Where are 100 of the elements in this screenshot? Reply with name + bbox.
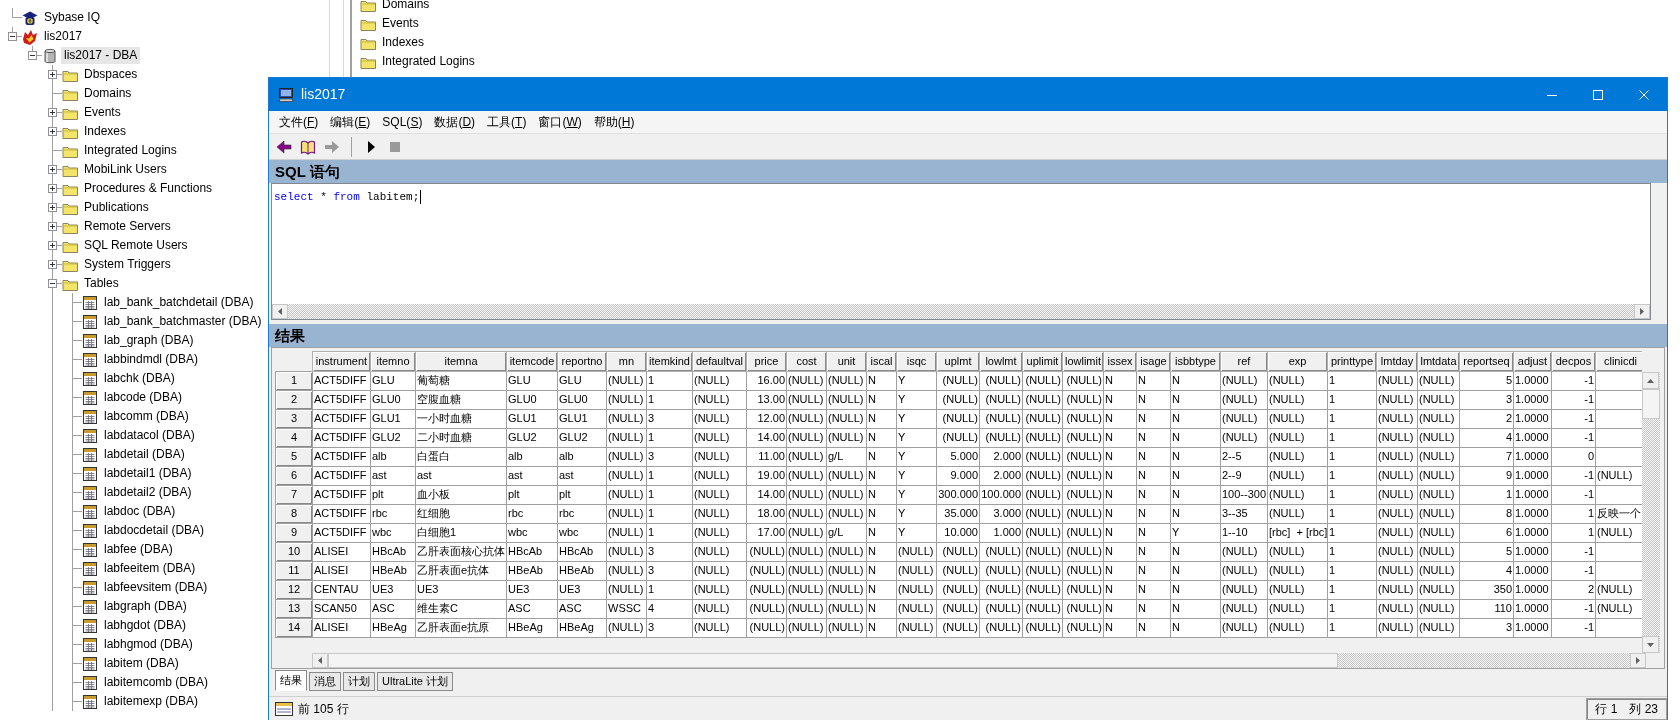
menu-item[interactable]: 编辑(E) xyxy=(324,114,377,130)
expand-toggle[interactable] xyxy=(48,222,57,231)
list-item[interactable]: Integrated Logins xyxy=(382,54,475,69)
expand-toggle[interactable] xyxy=(28,51,37,60)
expand-toggle[interactable] xyxy=(48,108,57,117)
row-header[interactable]: 1 xyxy=(275,371,313,391)
column-header[interactable]: isqc xyxy=(896,351,937,372)
expand-toggle[interactable] xyxy=(48,241,57,250)
scrollbar-thumb[interactable] xyxy=(1642,389,1660,419)
column-header[interactable]: reportseq xyxy=(1459,351,1514,372)
tree-item[interactable]: labdocdetail (DBA) xyxy=(101,522,208,539)
column-header[interactable]: lowlmt xyxy=(979,351,1023,372)
expand-toggle[interactable] xyxy=(8,32,17,41)
column-header[interactable]: itemcode xyxy=(506,351,558,372)
vertical-scrollbar[interactable] xyxy=(1642,372,1660,653)
column-header[interactable]: exp xyxy=(1267,351,1328,372)
tree-item[interactable]: Indexes xyxy=(81,123,130,140)
tree-item[interactable]: lis2017 xyxy=(41,28,86,45)
tab[interactable]: UltraLite 计划 xyxy=(377,672,454,691)
column-header[interactable]: unit xyxy=(826,351,867,372)
tree-item[interactable]: labdatacol (DBA) xyxy=(101,427,198,444)
tree-item[interactable]: labcode (DBA) xyxy=(101,389,186,406)
tree-item[interactable]: labfeeitem (DBA) xyxy=(101,560,199,577)
tree-item[interactable]: labitemexp (DBA) xyxy=(101,693,202,710)
list-item[interactable]: Indexes xyxy=(382,35,425,50)
tree-item[interactable]: lab_graph (DBA) xyxy=(101,332,197,349)
tree-item[interactable]: labitemcomb (DBA) xyxy=(101,674,212,691)
tree-item[interactable]: labgraph (DBA) xyxy=(101,598,190,615)
scroll-right-button[interactable] xyxy=(1634,304,1650,319)
tree-item[interactable]: Procedures & Functions xyxy=(81,180,216,197)
tree-item[interactable]: MobiLink Users xyxy=(81,161,170,178)
column-header[interactable]: cost xyxy=(786,351,827,372)
tree-item[interactable]: Domains xyxy=(81,85,135,102)
tree-item[interactable]: labbindmdl (DBA) xyxy=(101,351,202,368)
tab[interactable]: 消息 xyxy=(309,672,341,691)
tree-item[interactable]: System Triggers xyxy=(81,256,174,273)
column-header[interactable]: itemno xyxy=(370,351,416,372)
tree-item[interactable]: labhgmod (DBA) xyxy=(101,636,196,653)
tree-item[interactable]: labdetail (DBA) xyxy=(101,446,188,463)
list-item[interactable]: Domains xyxy=(382,0,430,12)
tab[interactable]: 结果 xyxy=(275,670,307,691)
column-header[interactable]: lowlimit xyxy=(1062,351,1104,372)
column-header[interactable]: instrument xyxy=(312,351,371,372)
scroll-up-button[interactable] xyxy=(1642,372,1659,389)
scroll-right-button[interactable] xyxy=(1630,653,1646,668)
list-item[interactable]: Events xyxy=(382,16,419,31)
scroll-down-button[interactable] xyxy=(1642,636,1659,653)
menu-item[interactable]: 工具(T) xyxy=(481,114,533,130)
expand-toggle[interactable] xyxy=(48,70,57,79)
scroll-left-button[interactable] xyxy=(312,653,328,668)
tree-item[interactable]: Tables xyxy=(81,275,122,292)
tree-item[interactable]: Events xyxy=(81,104,124,121)
column-header[interactable]: isage xyxy=(1136,351,1171,372)
tab[interactable]: 计划 xyxy=(343,672,375,691)
column-header[interactable]: uplmt xyxy=(936,351,980,372)
scrollbar-thumb[interactable] xyxy=(328,653,1338,668)
column-header[interactable]: defaultval xyxy=(692,351,747,372)
tree-item[interactable]: labdetail2 (DBA) xyxy=(101,484,195,501)
column-header[interactable]: iscal xyxy=(866,351,897,372)
tree-item[interactable]: SQL Remote Users xyxy=(81,237,191,254)
tree-item[interactable]: labdetail1 (DBA) xyxy=(101,465,195,482)
scroll-left-button[interactable] xyxy=(272,304,288,319)
tree-item[interactable]: labhgdot (DBA) xyxy=(101,617,190,634)
menu-item[interactable]: 数据(D) xyxy=(428,114,482,130)
menu-item[interactable]: SQL(S) xyxy=(376,114,429,130)
expand-toggle[interactable] xyxy=(48,203,57,212)
column-header[interactable]: lmtday xyxy=(1376,351,1418,372)
tree-item[interactable]: Integrated Logins xyxy=(81,142,180,159)
expand-toggle[interactable] xyxy=(48,279,57,288)
column-header[interactable]: ref xyxy=(1220,351,1268,372)
menu-item[interactable]: 帮助(H) xyxy=(587,114,641,130)
tree-item[interactable]: lis2017 - DBA xyxy=(61,47,141,64)
column-header[interactable]: printtype xyxy=(1327,351,1377,372)
tree-item[interactable]: labfeevsitem (DBA) xyxy=(101,579,211,596)
column-header[interactable]: price xyxy=(746,351,787,372)
column-header[interactable]: lmtdata xyxy=(1417,351,1460,372)
tree-item[interactable]: labchk (DBA) xyxy=(101,370,178,387)
menu-item[interactable]: 文件(F) xyxy=(273,114,325,130)
expand-toggle[interactable] xyxy=(48,165,57,174)
column-header[interactable]: mn xyxy=(606,351,647,372)
column-header[interactable]: decpos xyxy=(1551,351,1596,372)
column-header[interactable]: issex xyxy=(1103,351,1137,372)
column-header[interactable]: reportno xyxy=(557,351,607,372)
tree-item[interactable]: labitem (DBA) xyxy=(101,655,182,672)
tree-item[interactable]: labfee (DBA) xyxy=(101,541,176,558)
column-header[interactable]: uplimit xyxy=(1022,351,1063,372)
tree-item[interactable]: Remote Servers xyxy=(81,218,174,235)
expand-toggle[interactable] xyxy=(48,184,57,193)
tree-item[interactable]: lab_bank_batchmaster (DBA) xyxy=(101,313,265,330)
tree-item[interactable]: labdoc (DBA) xyxy=(101,503,179,520)
tree-item[interactable]: lab_bank_batchdetail (DBA) xyxy=(101,294,257,311)
tree-item[interactable]: Sybase IQ xyxy=(41,9,104,26)
tree-item[interactable]: Publications xyxy=(81,199,152,216)
tree-item[interactable]: labcomm (DBA) xyxy=(101,408,192,425)
menu-item[interactable]: 窗口(W) xyxy=(532,114,588,130)
horizontal-scrollbar[interactable] xyxy=(312,653,1646,668)
sql-editor[interactable]: select * from labitem; xyxy=(271,183,1651,320)
horizontal-scrollbar[interactable] xyxy=(272,304,1650,319)
column-header[interactable]: itemna xyxy=(415,351,507,372)
column-header[interactable]: clinicdi xyxy=(1595,351,1642,372)
